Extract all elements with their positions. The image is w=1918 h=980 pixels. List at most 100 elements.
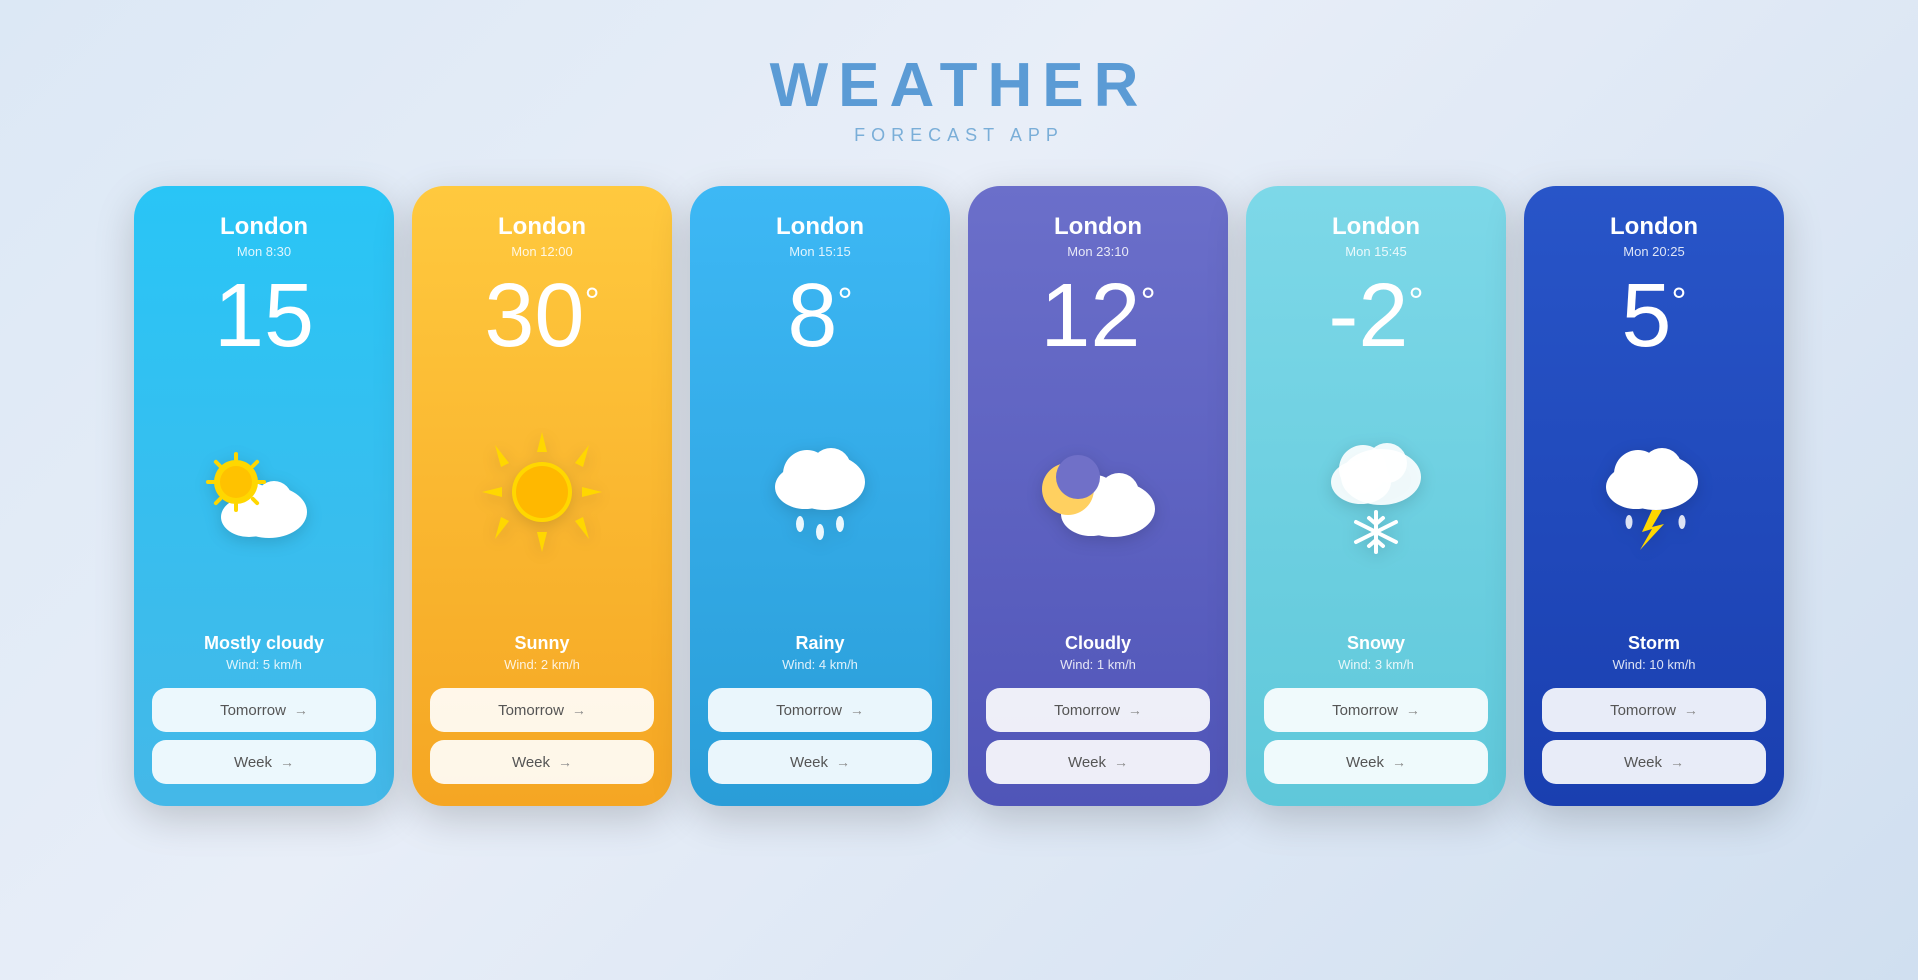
page-header: WEATHER FORECAST APP	[770, 50, 1149, 146]
sun-cloud-icon	[194, 437, 334, 552]
cards-container: London Mon 8:30 15	[134, 186, 1784, 806]
card-condition: Snowy	[1347, 633, 1405, 654]
week-label: Week	[1624, 754, 1662, 771]
card-icon-area	[1311, 366, 1441, 623]
temperature: 12	[1040, 271, 1140, 361]
week-button[interactable]: Week →	[152, 740, 376, 784]
weather-card-5: London Mon 15:45 -2°	[1246, 186, 1506, 806]
temperature: 15	[214, 271, 314, 361]
card-buttons: Tomorrow → Week →	[1542, 688, 1766, 784]
sun-icon	[477, 427, 607, 562]
card-wind: Wind: 1 km/h	[1060, 657, 1136, 672]
week-arrow-icon: →	[1114, 754, 1128, 770]
tomorrow-arrow-icon: →	[572, 702, 586, 718]
card-condition: Mostly cloudy	[204, 633, 324, 654]
card-time: Mon 8:30	[237, 244, 291, 259]
card-wind: Wind: 4 km/h	[782, 657, 858, 672]
weather-card-2: London Mon 12:00 30°	[412, 186, 672, 806]
card-temperature-display: 12°	[1040, 271, 1155, 361]
card-condition: Rainy	[795, 633, 844, 654]
week-label: Week	[512, 754, 550, 771]
card-icon-area	[194, 366, 334, 623]
week-arrow-icon: →	[280, 754, 294, 770]
week-button[interactable]: Week →	[708, 740, 932, 784]
page-title: WEATHER	[770, 50, 1149, 121]
tomorrow-label: Tomorrow	[1610, 702, 1676, 719]
week-label: Week	[1346, 754, 1384, 771]
week-label: Week	[1068, 754, 1106, 771]
card-time: Mon 12:00	[511, 244, 572, 259]
storm-icon	[1584, 432, 1724, 557]
week-arrow-icon: →	[1392, 754, 1406, 770]
degree-symbol: °	[1140, 283, 1155, 321]
card-time: Mon 15:15	[789, 244, 850, 259]
card-buttons: Tomorrow → Week →	[708, 688, 932, 784]
tomorrow-button[interactable]: Tomorrow →	[708, 688, 932, 732]
week-arrow-icon: →	[836, 754, 850, 770]
page-subtitle: FORECAST APP	[770, 125, 1149, 146]
tomorrow-button[interactable]: Tomorrow →	[1264, 688, 1488, 732]
card-icon-area	[1584, 366, 1724, 623]
card-temperature-display: 15	[214, 271, 314, 361]
tomorrow-label: Tomorrow	[1054, 702, 1120, 719]
tomorrow-label: Tomorrow	[1332, 702, 1398, 719]
tomorrow-label: Tomorrow	[498, 702, 564, 719]
temperature: 8	[787, 271, 837, 361]
degree-symbol: °	[1671, 283, 1686, 321]
week-label: Week	[790, 754, 828, 771]
tomorrow-button[interactable]: Tomorrow →	[1542, 688, 1766, 732]
week-button[interactable]: Week →	[1264, 740, 1488, 784]
rain-icon	[755, 432, 885, 557]
card-time: Mon 15:45	[1345, 244, 1406, 259]
tomorrow-button[interactable]: Tomorrow →	[986, 688, 1210, 732]
week-button[interactable]: Week →	[1542, 740, 1766, 784]
temperature: 30	[484, 271, 584, 361]
card-time: Mon 23:10	[1067, 244, 1128, 259]
tomorrow-arrow-icon: →	[850, 702, 864, 718]
degree-symbol: °	[1408, 283, 1423, 321]
tomorrow-arrow-icon: →	[1684, 702, 1698, 718]
weather-card-4: London Mon 23:10 12° Cloudly Wind: 1 km/…	[968, 186, 1228, 806]
card-icon-area	[755, 366, 885, 623]
card-buttons: Tomorrow → Week →	[430, 688, 654, 784]
snow-icon	[1311, 427, 1441, 562]
card-condition: Storm	[1628, 633, 1680, 654]
moon-cloud-icon	[1023, 437, 1173, 552]
card-city: London	[1054, 214, 1142, 240]
card-temperature-display: 8°	[787, 271, 852, 361]
card-condition: Cloudly	[1065, 633, 1131, 654]
tomorrow-button[interactable]: Tomorrow →	[430, 688, 654, 732]
card-icon-area	[1023, 366, 1173, 623]
tomorrow-arrow-icon: →	[1406, 702, 1420, 718]
card-buttons: Tomorrow → Week →	[152, 688, 376, 784]
card-buttons: Tomorrow → Week →	[986, 688, 1210, 784]
card-city: London	[220, 214, 308, 240]
card-wind: Wind: 2 km/h	[504, 657, 580, 672]
degree-symbol: °	[837, 283, 852, 321]
card-time: Mon 20:25	[1623, 244, 1684, 259]
week-button[interactable]: Week →	[430, 740, 654, 784]
card-city: London	[498, 214, 586, 240]
temperature: 5	[1621, 271, 1671, 361]
week-label: Week	[234, 754, 272, 771]
card-wind: Wind: 3 km/h	[1338, 657, 1414, 672]
tomorrow-label: Tomorrow	[776, 702, 842, 719]
week-arrow-icon: →	[1670, 754, 1684, 770]
tomorrow-arrow-icon: →	[1128, 702, 1142, 718]
card-city: London	[1610, 214, 1698, 240]
week-button[interactable]: Week →	[986, 740, 1210, 784]
card-temperature-display: 30°	[484, 271, 599, 361]
weather-card-3: London Mon 15:15 8° Rainy Wind: 4 km/h	[690, 186, 950, 806]
week-arrow-icon: →	[558, 754, 572, 770]
card-buttons: Tomorrow → Week →	[1264, 688, 1488, 784]
card-icon-area	[477, 366, 607, 623]
card-temperature-display: -2°	[1328, 271, 1423, 361]
tomorrow-label: Tomorrow	[220, 702, 286, 719]
card-wind: Wind: 10 km/h	[1612, 657, 1695, 672]
card-city: London	[776, 214, 864, 240]
degree-symbol: °	[584, 283, 599, 321]
card-condition: Sunny	[514, 633, 569, 654]
card-wind: Wind: 5 km/h	[226, 657, 302, 672]
tomorrow-button[interactable]: Tomorrow →	[152, 688, 376, 732]
weather-card-6: London Mon 20:25 5° Storm Wind: 10 km/h	[1524, 186, 1784, 806]
